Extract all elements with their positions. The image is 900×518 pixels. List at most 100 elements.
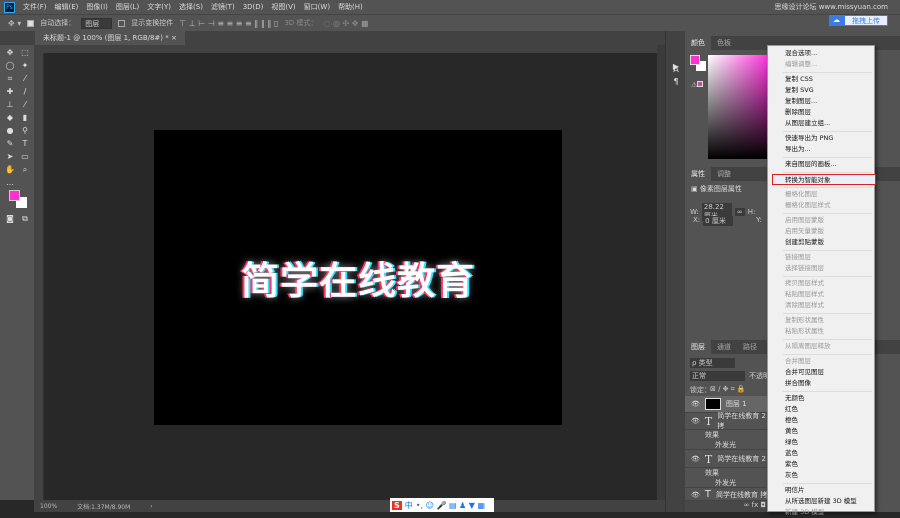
tab-paths[interactable]: 路径 [737,340,763,354]
context-menu-item[interactable]: 清除图层样式 [768,300,874,311]
lasso-tool-icon[interactable]: ◯ [4,60,16,72]
context-menu-item[interactable]: 复制 SVG [768,85,874,96]
tab-properties[interactable]: 属性 [685,167,711,181]
context-menu-item[interactable]: 明信片 [768,485,874,496]
path-select-icon[interactable]: ➤ [4,151,16,163]
eye-icon[interactable]: 👁 [691,455,700,463]
context-menu-item[interactable]: 橙色 [768,415,874,426]
context-menu-item[interactable]: 链接图层 [768,252,874,263]
context-menu-item[interactable]: 删除图层 [768,107,874,118]
context-menu-item[interactable]: 来自图层的画板... [768,159,874,170]
context-menu-item[interactable]: 灰色 [768,470,874,481]
document-canvas[interactable]: 简学在线教育 [154,130,562,425]
type-tool-icon[interactable]: T [19,138,31,150]
context-menu-item[interactable]: 转换为智能对象 [772,174,876,185]
document-tab[interactable]: 未标题-1 @ 100% (图层 1, RGB/8#) * × [35,31,185,45]
context-menu-item[interactable]: 粘贴形状属性 [768,326,874,337]
paragraph-icon[interactable]: ¶ [670,76,682,88]
move-tool-icon[interactable]: ✥ [4,47,16,59]
context-menu-item[interactable]: 启用图层蒙版 [768,215,874,226]
magic-wand-icon[interactable]: ✦ [19,60,31,72]
context-menu-item[interactable]: 复制 CSS [768,74,874,85]
tab-color[interactable]: 颜色 [685,36,711,50]
menu-item[interactable]: 帮助(H) [338,2,363,12]
quick-mask-icon[interactable]: ◙ [4,213,16,225]
healing-brush-icon[interactable]: ✚ [4,86,16,98]
stamp-tool-icon[interactable]: ⊥ [4,99,16,111]
layer-row[interactable]: 👁 T 简学在线教育 2 [685,451,770,468]
context-menu-item[interactable]: 紫色 [768,459,874,470]
eye-icon[interactable]: 👁 [691,400,700,408]
auto-select-checkbox[interactable] [27,19,35,27]
context-menu-item[interactable]: 创建剪贴蒙版 [768,237,874,248]
context-menu-item[interactable]: 栅格化图层样式 [768,200,874,211]
eye-icon[interactable]: 👁 [691,491,700,499]
zoom-level[interactable]: 100% [40,503,57,510]
menu-item[interactable]: 编辑(E) [55,2,79,12]
context-menu-item[interactable]: 无颜色 [768,393,874,404]
menu-item[interactable]: 选择(S) [179,2,203,12]
menu-item[interactable]: 图像(I) [86,2,108,12]
zoom-tool-icon[interactable]: ⌕ [19,164,31,176]
context-menu-item[interactable]: 合并可见图层 [768,367,874,378]
context-menu-item[interactable]: 粘贴图层样式 [768,289,874,300]
x-input[interactable]: 0 厘米 [703,216,734,226]
tab-swatches[interactable]: 色板 [711,36,737,50]
pen-tool-icon[interactable]: ✎ [4,138,16,150]
drag-upload-button[interactable]: ☁ 拖拽上传 [829,15,888,26]
dodge-icon[interactable]: ⚲ [19,125,31,137]
foreground-color-swatch[interactable] [9,190,20,201]
gradient-icon[interactable]: ▮ [19,112,31,124]
blend-mode-select[interactable]: 正常 [690,371,745,381]
ime-tool-icons[interactable]: •, ☺ 🎤 ▤ ♟ ▼ ▦ [416,501,485,510]
hand-tool-icon[interactable]: ✋ [4,164,16,176]
context-menu-item[interactable]: 导出为... [768,144,874,155]
crop-tool-icon[interactable]: ⌗ [4,73,16,85]
context-menu-item[interactable]: 编辑调整... [768,59,874,70]
type-panel-icon[interactable]: A [670,64,682,76]
layer-row[interactable]: 👁 T 简学在线教育 2拷 [685,412,770,430]
outer-glow-row[interactable]: 外发光 [685,440,770,450]
tab-channels[interactable]: 通道 [711,340,737,354]
menu-item[interactable]: 图层(L) [116,2,139,12]
layer-row[interactable]: 👁 T 简学在线教育 拷 [685,489,770,501]
menu-item[interactable]: 窗口(W) [304,2,330,12]
eyedropper-icon[interactable]: ⁄ [19,73,31,85]
effects-row[interactable]: 效果 [685,430,770,440]
show-transform-checkbox[interactable] [118,19,126,27]
blur-icon[interactable]: ● [4,125,16,137]
rectangle-tool-icon[interactable]: ▭ [19,151,31,163]
brush-tool-icon[interactable]: / [19,86,31,98]
context-menu-item[interactable]: 从隔离图层释放 [768,341,874,352]
move-tool-icon[interactable]: ✥ ▾ [8,19,21,28]
vertical-scrollbar[interactable] [657,45,665,500]
menu-item[interactable]: 视图(V) [271,2,295,12]
context-menu-item[interactable]: 从图层建立组... [768,118,874,129]
context-menu-item[interactable]: 快速导出为 PNG [768,133,874,144]
ime-language[interactable]: 中 [405,500,413,511]
context-menu-item[interactable]: 启用矢量蒙版 [768,226,874,237]
menu-item[interactable]: 文件(F) [23,2,47,12]
context-menu-item[interactable]: 栅格化图层 [768,189,874,200]
close-tab-icon[interactable]: × [171,34,177,42]
menu-item[interactable]: 文字(Y) [147,2,171,12]
panel-foreground-swatch[interactable] [690,55,700,65]
context-menu-item[interactable]: 混合选项... [768,48,874,59]
menu-item[interactable]: 滤镜(T) [211,2,235,12]
more-tools-icon[interactable]: … [4,177,16,189]
lock-icons[interactable]: ⊠ / ✥ ⌗ 🔒 [710,385,746,394]
align-icons[interactable]: ⊤ ⊥ ⊢ ⊣ ≡ ≡ ≡ ≡ ‖ ‖ ‖ ▯ [179,19,278,28]
tab-adjustments[interactable]: 调整 [711,167,737,181]
layer-filter-select[interactable]: ρ 类型 [690,358,735,368]
tab-layers[interactable]: 图层 [685,340,711,354]
status-arrow[interactable]: › [150,503,152,510]
context-menu-item[interactable]: 蓝色 [768,448,874,459]
link-icon[interactable]: ∞ [734,208,745,216]
3d-mode-icons[interactable]: ◌ ◎ ✣ ✥ ■ [323,19,368,28]
eraser-icon[interactable]: ◆ [4,112,16,124]
outer-glow-row[interactable]: 外发光 [685,478,770,488]
context-menu-item[interactable]: 拷贝图层样式 [768,278,874,289]
context-menu-item[interactable]: 黄色 [768,426,874,437]
context-menu-item[interactable]: 拼合图像 [768,378,874,389]
context-menu-item[interactable]: 红色 [768,404,874,415]
